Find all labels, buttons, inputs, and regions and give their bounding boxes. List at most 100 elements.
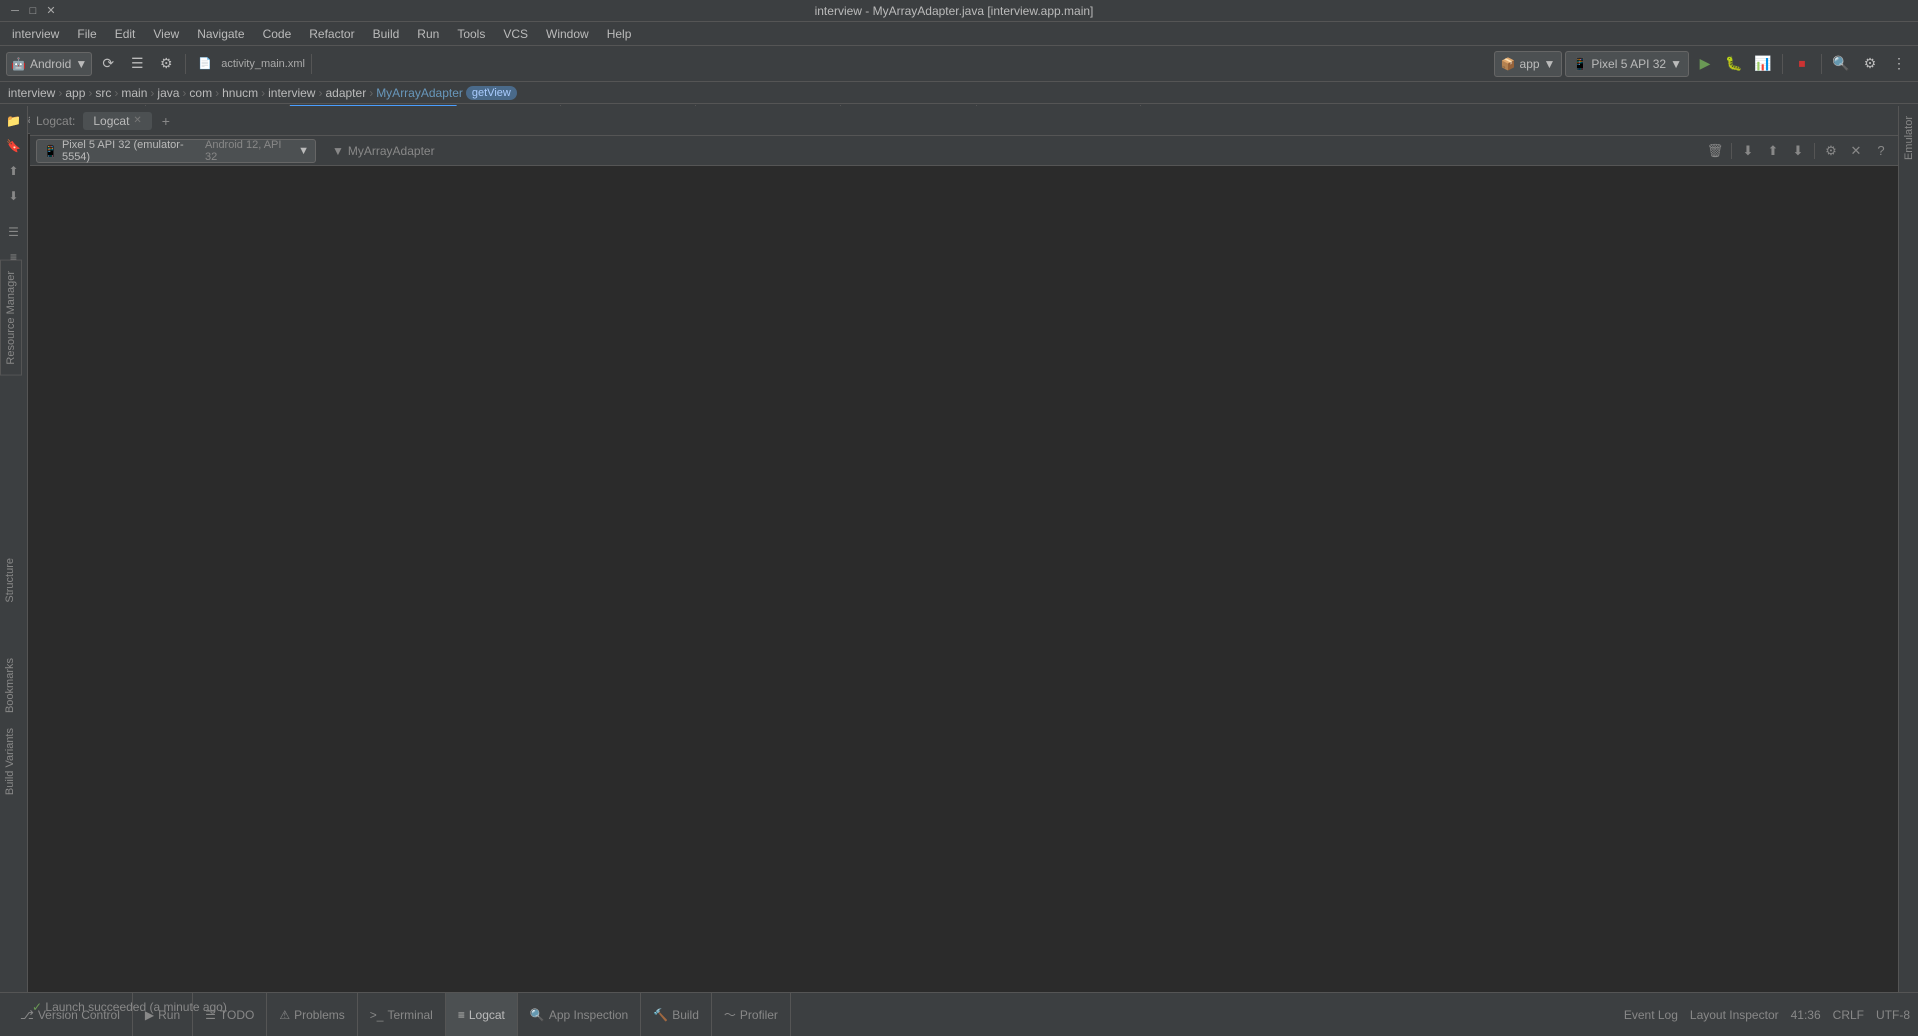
- logcat-add-tab-btn[interactable]: +: [156, 111, 176, 131]
- menu-run[interactable]: Run: [409, 25, 447, 43]
- logcat-close-btn[interactable]: ✕: [1845, 140, 1867, 162]
- line-ending-btn[interactable]: CRLF: [1833, 1008, 1864, 1022]
- menu-view[interactable]: View: [145, 25, 187, 43]
- nav-app[interactable]: app: [65, 86, 85, 100]
- main-toolbar: 🤖 Android ▼ ⟳ ☰ ⚙ 📄 activity_main.xml 📦 …: [0, 46, 1918, 82]
- menu-help[interactable]: Help: [599, 25, 640, 43]
- window-controls[interactable]: ─ □ ✕: [8, 4, 58, 18]
- nav-interview[interactable]: interview: [8, 86, 55, 100]
- bottom-tab-problems-label: Problems: [294, 1008, 345, 1022]
- emulator-label[interactable]: Emulator: [1900, 106, 1918, 170]
- logcat-device-icon: 📱: [43, 144, 58, 158]
- window-title: interview - MyArrayAdapter.java [intervi…: [58, 4, 1850, 18]
- module-selector[interactable]: 📦 app ▼: [1494, 51, 1563, 77]
- menu-file[interactable]: File: [69, 25, 104, 43]
- bottom-tab-build[interactable]: 🔨 Build: [641, 993, 712, 1036]
- module-label: app: [1520, 57, 1540, 71]
- logcat-up-btn[interactable]: ⬆: [1762, 140, 1784, 162]
- android-label: Android: [30, 57, 71, 71]
- profiler-icon: 〜: [724, 1006, 736, 1023]
- logcat-toolbar: Logcat: Logcat ✕ +: [30, 106, 1898, 136]
- menu-build[interactable]: Build: [365, 25, 408, 43]
- resource-manager-text[interactable]: Resource Manager: [0, 260, 22, 376]
- close-button[interactable]: ✕: [44, 4, 58, 18]
- menu-window[interactable]: Window: [538, 25, 597, 43]
- status-green-dot: ✓: [32, 1000, 45, 1014]
- logcat-clear-btn[interactable]: 🗑: [1704, 140, 1726, 162]
- structure-label[interactable]: Structure: [1, 550, 19, 611]
- status-bar-right: Event Log Layout Inspector 41:36 CRLF UT…: [1624, 1008, 1910, 1022]
- toolbar-sep3: [1782, 54, 1783, 74]
- bookmarks-sidebar-label[interactable]: Bookmarks: [0, 650, 20, 721]
- down-icon-btn[interactable]: ⬇: [3, 185, 25, 207]
- status-message: ✓ Launch succeeded (a minute ago): [32, 1000, 227, 1014]
- bottom-tab-logcat-label: Logcat: [469, 1008, 505, 1022]
- nav-java[interactable]: java: [157, 86, 179, 100]
- logcat-scroll-to-end-btn[interactable]: ⬇: [1737, 140, 1759, 162]
- logcat-device-name: Pixel 5 API 32 (emulator-5554): [62, 139, 201, 163]
- logcat-label: Logcat:: [36, 114, 75, 128]
- nav-src[interactable]: src: [95, 86, 111, 100]
- bottom-tab-app-inspection[interactable]: 🔍 App Inspection: [518, 993, 641, 1036]
- nav-hnucm[interactable]: hnucm: [222, 86, 258, 100]
- logcat-panel: Logcat: Logcat ✕ + 📱 Pixel 5 API 32 (emu…: [30, 106, 1898, 992]
- menu-tools[interactable]: Tools: [449, 25, 493, 43]
- more-btn[interactable]: ⋮: [1886, 51, 1912, 77]
- bottom-tab-logcat[interactable]: ≡ Logcat: [446, 993, 518, 1036]
- logcat-tab-label: Logcat: [93, 114, 129, 128]
- menu-code[interactable]: Code: [255, 25, 300, 43]
- minimize-button[interactable]: ─: [8, 4, 22, 18]
- maximize-button[interactable]: □: [26, 4, 40, 18]
- build-variants-sidebar-label[interactable]: Build Variants: [0, 720, 20, 803]
- bottom-tab-terminal[interactable]: >_ Terminal: [358, 993, 446, 1036]
- nav-com[interactable]: com: [189, 86, 212, 100]
- project-icon-btn[interactable]: 📁: [3, 110, 25, 132]
- logcat-device-dropdown[interactable]: 📱 Pixel 5 API 32 (emulator-5554) Android…: [36, 139, 316, 163]
- stop-btn[interactable]: ⏹: [1789, 51, 1815, 77]
- logcat-tab-logcat[interactable]: Logcat ✕: [83, 112, 151, 130]
- bottom-tab-profiler[interactable]: 〜 Profiler: [712, 993, 791, 1036]
- activity-main-label[interactable]: activity_main.xml: [221, 58, 305, 70]
- nav-adapter[interactable]: adapter: [325, 86, 366, 100]
- logcat-down-btn[interactable]: ⬇: [1787, 140, 1809, 162]
- build-variants-label[interactable]: Build Variants: [1, 720, 19, 803]
- nav-interview-pkg[interactable]: interview: [268, 86, 315, 100]
- search-btn[interactable]: 🔍: [1828, 51, 1854, 77]
- encoding-btn[interactable]: UTF-8: [1876, 1008, 1910, 1022]
- nav-main[interactable]: main: [121, 86, 147, 100]
- sync-btn[interactable]: ⟳: [95, 51, 121, 77]
- bookmarks-label[interactable]: Bookmarks: [1, 650, 19, 721]
- bottom-tab-app-inspection-label: App Inspection: [549, 1008, 628, 1022]
- structure-sidebar-label[interactable]: Structure: [0, 550, 20, 611]
- device-selector[interactable]: 📱 Pixel 5 API 32 ▼: [1565, 51, 1689, 77]
- menu-edit[interactable]: Edit: [107, 25, 144, 43]
- activity-main-btn[interactable]: 📄: [192, 51, 218, 77]
- menu-navigate[interactable]: Navigate: [189, 25, 252, 43]
- layout-inspector-btn[interactable]: Layout Inspector: [1690, 1008, 1779, 1022]
- logcat-help-btn[interactable]: ?: [1870, 140, 1892, 162]
- todo-icon-btn[interactable]: ☰: [3, 221, 25, 243]
- run-btn[interactable]: ▶: [1692, 51, 1718, 77]
- nav-method-badge[interactable]: getView: [466, 86, 517, 100]
- bottom-tab-profiler-label: Profiler: [740, 1008, 778, 1022]
- nav-class-active[interactable]: MyArrayAdapter: [376, 86, 463, 100]
- bookmarks-icon-btn[interactable]: 🔖: [3, 135, 25, 157]
- logcat-filter-area[interactable]: ▼ MyArrayAdapter: [332, 144, 435, 158]
- logcat-settings-btn[interactable]: ⚙: [1820, 140, 1842, 162]
- profile-btn[interactable]: 📊: [1750, 51, 1776, 77]
- event-log-btn[interactable]: Event Log: [1624, 1008, 1678, 1022]
- settings-right-btn[interactable]: ⚙: [1857, 51, 1883, 77]
- bottom-tab-problems[interactable]: ⚠ Problems: [267, 993, 357, 1036]
- settings-btn[interactable]: ⚙: [153, 51, 179, 77]
- logcat-content-area[interactable]: [30, 166, 1898, 992]
- menu-interview[interactable]: interview: [4, 25, 67, 43]
- logcat-tab-close[interactable]: ✕: [133, 115, 141, 126]
- debug-btn[interactable]: 🐛: [1721, 51, 1747, 77]
- android-selector[interactable]: 🤖 Android ▼: [6, 52, 92, 76]
- app-inspection-icon: 🔍: [530, 1008, 545, 1022]
- menu-vcs[interactable]: VCS: [495, 25, 536, 43]
- resource-manager-label[interactable]: Resource Manager: [0, 260, 22, 379]
- layout-btn[interactable]: ☰: [124, 51, 150, 77]
- menu-refactor[interactable]: Refactor: [301, 25, 362, 43]
- up-icon-btn[interactable]: ⬆: [3, 160, 25, 182]
